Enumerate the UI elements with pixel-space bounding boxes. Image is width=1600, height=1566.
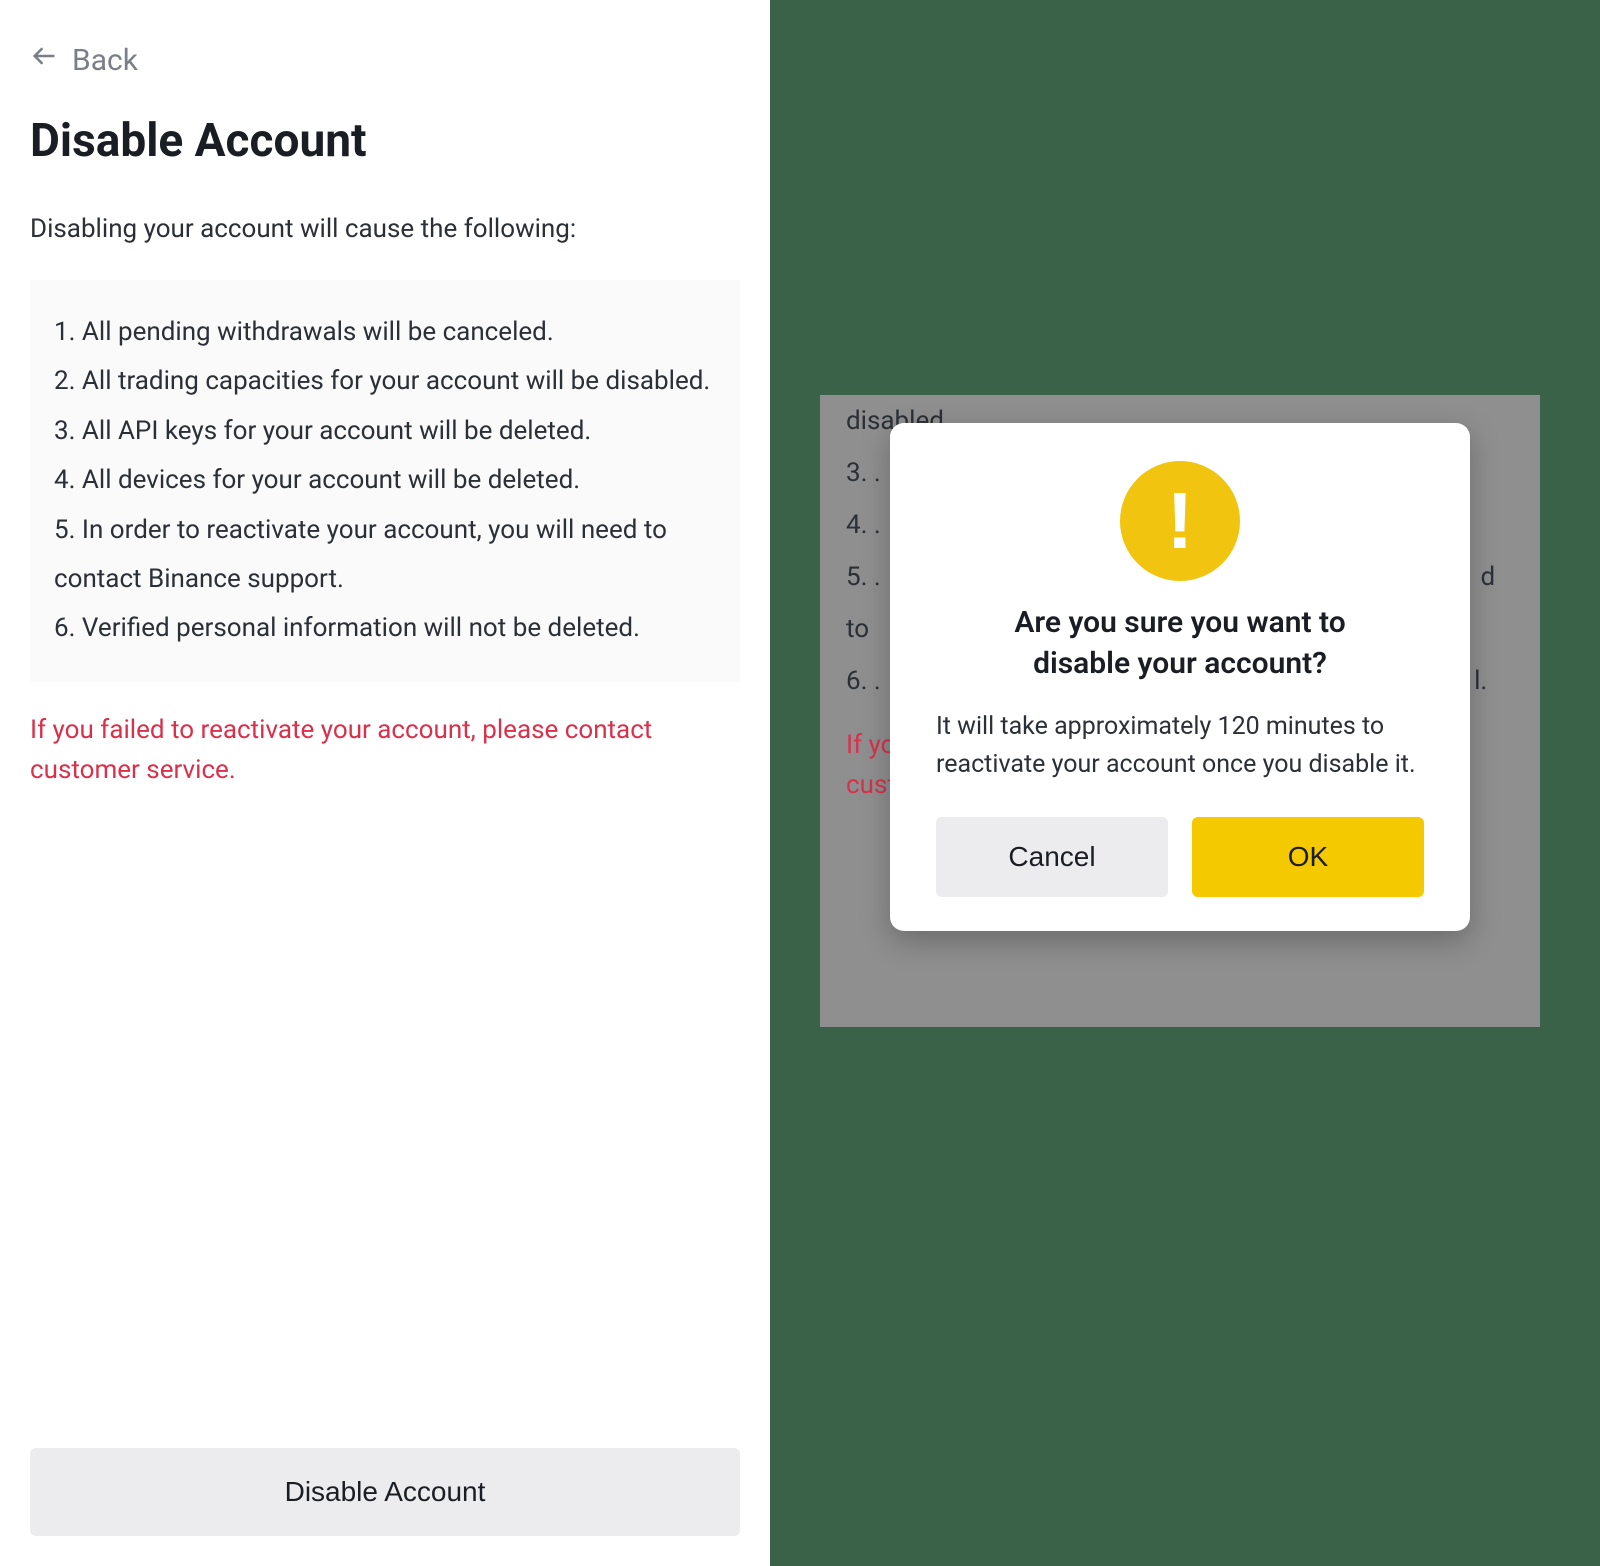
- warning-icon: !: [1120, 461, 1240, 581]
- list-item: 5. In order to reactivate your account, …: [54, 506, 716, 605]
- ok-button[interactable]: OK: [1192, 817, 1424, 897]
- consequences-box: 1. All pending withdrawals will be cance…: [30, 280, 740, 682]
- list-item: 6. Verified personal information will no…: [54, 604, 716, 653]
- exclamation-icon: !: [1167, 481, 1194, 561]
- arrow-left-icon: [30, 42, 58, 78]
- cancel-button[interactable]: Cancel: [936, 817, 1168, 897]
- disable-account-button[interactable]: Disable Account: [30, 1448, 740, 1536]
- back-label: Back: [72, 43, 138, 78]
- list-item: 2. All trading capacities for your accou…: [54, 357, 716, 406]
- list-item: 3. All API keys for your account will be…: [54, 407, 716, 456]
- dialog-title-line: disable your account?: [936, 644, 1424, 685]
- dialog-title-line: Are you sure you want to: [936, 603, 1424, 644]
- confirm-dialog: ! Are you sure you want to disable your …: [890, 423, 1470, 931]
- warning-text: If you failed to reactivate your account…: [30, 710, 740, 791]
- dialog-title: Are you sure you want to disable your ac…: [936, 603, 1424, 684]
- page-title: Disable Account: [30, 114, 740, 168]
- disable-account-screen: Back Disable Account Disabling your acco…: [0, 0, 770, 1566]
- list-item: 4. All devices for your account will be …: [54, 456, 716, 505]
- dialog-body: It will take approximately 120 minutes t…: [936, 708, 1424, 783]
- list-item: 1. All pending withdrawals will be cance…: [54, 308, 716, 357]
- back-button[interactable]: Back: [30, 42, 138, 78]
- intro-text: Disabling your account will cause the fo…: [30, 214, 740, 244]
- dialog-button-row: Cancel OK: [936, 817, 1424, 897]
- modal-backdrop: disabled. 3. . 4. . 5. . d to 6. .: [820, 395, 1540, 1027]
